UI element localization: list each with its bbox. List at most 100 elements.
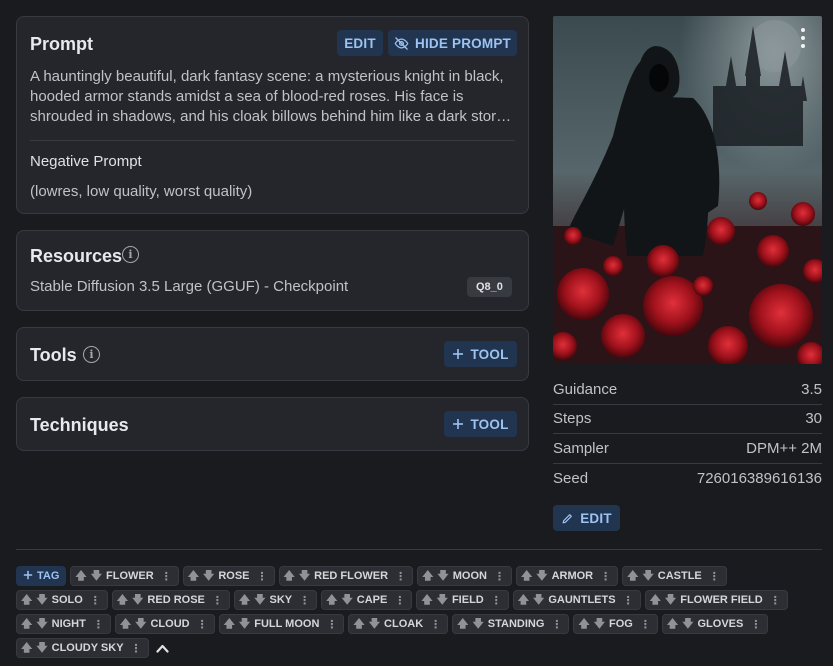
tag-menu-icon[interactable]: ⋮ — [770, 594, 781, 607]
tag-item[interactable]: 🡅 🡇 SKY ⋮ — [233, 590, 318, 610]
param-value[interactable]: 726016389616136 — [697, 470, 822, 487]
tag-menu-icon[interactable]: ⋮ — [212, 594, 223, 607]
tag-item[interactable]: 🡅 🡇 ROSE ⋮ — [182, 566, 275, 586]
upvote-icon[interactable]: 🡅 — [578, 618, 589, 630]
tag-item[interactable]: 🡅 🡇 FOG ⋮ — [573, 614, 658, 634]
tag-menu-icon[interactable]: ⋮ — [600, 570, 611, 583]
tag-menu-icon[interactable]: ⋮ — [161, 570, 172, 583]
tag-menu-icon[interactable]: ⋮ — [640, 618, 651, 631]
upvote-icon[interactable]: 🡅 — [326, 594, 337, 606]
tag-item[interactable]: 🡅 🡇 GLOVES ⋮ — [661, 614, 769, 634]
downvote-icon[interactable]: 🡇 — [536, 570, 547, 582]
tag-item[interactable]: 🡅 🡇 FULL MOON ⋮ — [218, 614, 345, 634]
upvote-icon[interactable]: 🡅 — [224, 618, 235, 630]
tag-item[interactable]: 🡅 🡇 RED FLOWER ⋮ — [278, 566, 414, 586]
tag-menu-icon[interactable]: ⋮ — [750, 618, 761, 631]
tag-menu-icon[interactable]: ⋮ — [131, 642, 142, 655]
tag-item[interactable]: 🡅 🡇 MOON ⋮ — [417, 566, 512, 586]
tag-menu-icon[interactable]: ⋮ — [257, 570, 268, 583]
tag-item[interactable]: 🡅 🡇 FLOWER ⋮ — [70, 566, 179, 586]
tag-item[interactable]: 🡅 🡇 ARMOR ⋮ — [515, 566, 619, 586]
downvote-icon[interactable]: 🡇 — [341, 594, 352, 606]
tag-menu-icon[interactable]: ⋮ — [430, 618, 441, 631]
downvote-icon[interactable]: 🡇 — [665, 594, 676, 606]
tag-item[interactable]: 🡅 🡇 RED ROSE ⋮ — [111, 590, 230, 610]
downvote-icon[interactable]: 🡇 — [239, 618, 250, 630]
upvote-icon[interactable]: 🡅 — [120, 618, 131, 630]
tag-label: CLOAK — [384, 618, 424, 630]
upvote-icon[interactable]: 🡅 — [421, 594, 432, 606]
tag-item[interactable]: 🡅 🡇 FLOWER FIELD ⋮ — [644, 590, 788, 610]
tag-label: RED ROSE — [147, 594, 205, 606]
tag-item[interactable]: 🡅 🡇 CLOAK ⋮ — [348, 614, 449, 634]
tag-menu-icon[interactable]: ⋮ — [709, 570, 720, 583]
downvote-icon[interactable]: 🡇 — [299, 570, 310, 582]
downvote-icon[interactable]: 🡇 — [203, 570, 214, 582]
downvote-icon[interactable]: 🡇 — [594, 618, 605, 630]
tag-menu-icon[interactable]: ⋮ — [299, 594, 310, 607]
upvote-icon[interactable]: 🡅 — [422, 570, 433, 582]
tag-menu-icon[interactable]: ⋮ — [623, 594, 634, 607]
hide-prompt-button[interactable]: HIDE PROMPT — [388, 30, 517, 56]
upvote-icon[interactable]: 🡅 — [21, 618, 32, 630]
tag-item[interactable]: 🡅 🡇 CLOUDY SKY ⋮ — [16, 638, 149, 658]
resource-name[interactable]: Stable Diffusion 3.5 Large (GGUF) - Chec… — [30, 278, 348, 295]
upvote-icon[interactable]: 🡅 — [21, 642, 32, 654]
add-tag-button[interactable]: TAG — [16, 566, 67, 586]
upvote-icon[interactable]: 🡅 — [667, 618, 678, 630]
chevron-up-icon[interactable] — [153, 638, 173, 658]
upvote-icon[interactable]: 🡅 — [627, 570, 638, 582]
tag-menu-icon[interactable]: ⋮ — [491, 594, 502, 607]
upvote-icon[interactable]: 🡅 — [521, 570, 532, 582]
param-label: Guidance — [553, 380, 618, 398]
tag-item[interactable]: 🡅 🡇 NIGHT ⋮ — [16, 614, 111, 634]
upvote-icon[interactable]: 🡅 — [239, 594, 250, 606]
more-options-icon[interactable] — [800, 28, 806, 48]
tag-item[interactable]: 🡅 🡇 SOLO ⋮ — [16, 590, 108, 610]
add-tool-button[interactable]: TOOL — [444, 341, 517, 367]
upvote-icon[interactable]: 🡅 — [353, 618, 364, 630]
info-icon[interactable]: i — [83, 346, 100, 363]
tag-menu-icon[interactable]: ⋮ — [93, 618, 104, 631]
tag-item[interactable]: 🡅 🡇 FIELD ⋮ — [416, 590, 509, 610]
tag-menu-icon[interactable]: ⋮ — [551, 618, 562, 631]
tag-item[interactable]: 🡅 🡇 CAPE ⋮ — [321, 590, 413, 610]
tag-menu-icon[interactable]: ⋮ — [326, 618, 337, 631]
downvote-icon[interactable]: 🡇 — [36, 618, 47, 630]
downvote-icon[interactable]: 🡇 — [472, 618, 483, 630]
tag-menu-icon[interactable]: ⋮ — [494, 570, 505, 583]
upvote-icon[interactable]: 🡅 — [518, 594, 529, 606]
upvote-icon[interactable]: 🡅 — [75, 570, 86, 582]
downvote-icon[interactable]: 🡇 — [533, 594, 544, 606]
downvote-icon[interactable]: 🡇 — [36, 594, 47, 606]
tag-item[interactable]: 🡅 🡇 STANDING ⋮ — [452, 614, 570, 634]
downvote-icon[interactable]: 🡇 — [642, 570, 653, 582]
tag-menu-icon[interactable]: ⋮ — [90, 594, 101, 607]
upvote-icon[interactable]: 🡅 — [284, 570, 295, 582]
downvote-icon[interactable]: 🡇 — [682, 618, 693, 630]
tag-menu-icon[interactable]: ⋮ — [394, 594, 405, 607]
generated-image[interactable] — [553, 16, 822, 364]
tag-item[interactable]: 🡅 🡇 CLOUD ⋮ — [114, 614, 215, 634]
add-technique-button[interactable]: TOOL — [444, 411, 517, 437]
upvote-icon[interactable]: 🡅 — [650, 594, 661, 606]
downvote-icon[interactable]: 🡇 — [91, 570, 102, 582]
tag-item[interactable]: 🡅 🡇 GAUNTLETS ⋮ — [512, 590, 641, 610]
upvote-icon[interactable]: 🡅 — [188, 570, 199, 582]
upvote-icon[interactable]: 🡅 — [457, 618, 468, 630]
downvote-icon[interactable]: 🡇 — [369, 618, 380, 630]
upvote-icon[interactable]: 🡅 — [117, 594, 128, 606]
downvote-icon[interactable]: 🡇 — [36, 642, 47, 654]
downvote-icon[interactable]: 🡇 — [135, 618, 146, 630]
edit-generation-button[interactable]: EDIT — [553, 505, 620, 531]
tag-menu-icon[interactable]: ⋮ — [197, 618, 208, 631]
tag-menu-icon[interactable]: ⋮ — [395, 570, 406, 583]
downvote-icon[interactable]: 🡇 — [132, 594, 143, 606]
upvote-icon[interactable]: 🡅 — [21, 594, 32, 606]
edit-prompt-button[interactable]: EDIT — [337, 30, 383, 56]
downvote-icon[interactable]: 🡇 — [254, 594, 265, 606]
downvote-icon[interactable]: 🡇 — [437, 570, 448, 582]
info-icon[interactable]: i — [122, 246, 139, 263]
tag-item[interactable]: 🡅 🡇 CASTLE ⋮ — [622, 566, 727, 586]
downvote-icon[interactable]: 🡇 — [437, 594, 448, 606]
